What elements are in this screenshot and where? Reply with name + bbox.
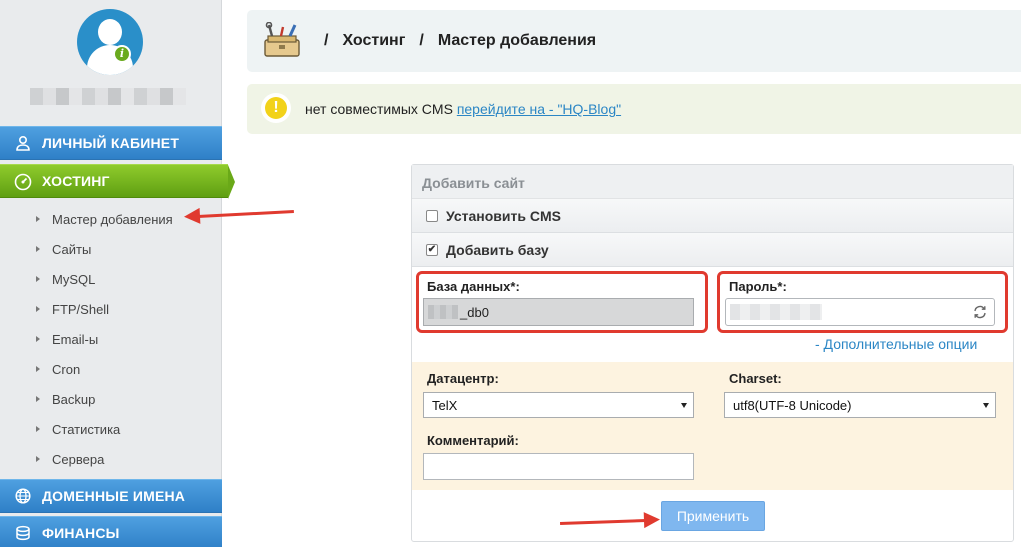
caret-down-icon (983, 403, 989, 408)
more-options-link[interactable]: - Дополнительные опции (815, 336, 977, 352)
sidebar-item-sites[interactable]: Сайты (36, 240, 91, 258)
comment-label: Комментарий: (427, 433, 519, 448)
add-db-checkbox[interactable]: ✔ (426, 243, 438, 256)
nav-domains[interactable]: ДОМЕННЫЕ ИМЕНА (0, 479, 222, 513)
sidebar-item-backup[interactable]: Backup (36, 390, 95, 408)
sidebar-item-cron[interactable]: Cron (36, 360, 80, 378)
nav-label: ДОМЕННЫЕ ИМЕНА (42, 488, 186, 504)
sidebar-item-ftp[interactable]: FTP/Shell (36, 300, 109, 318)
sidebar-item-stats[interactable]: Статистика (36, 420, 120, 438)
datacenter-label: Датацентр: (427, 371, 499, 386)
sidebar-item-email[interactable]: Email-ы (36, 330, 98, 348)
charset-select[interactable]: utf8(UTF-8 Unicode) (724, 392, 996, 418)
sidebar-item-servers[interactable]: Сервера (36, 450, 104, 468)
install-cms-checkbox[interactable] (426, 209, 438, 222)
panel-title: Добавить сайт (412, 165, 1013, 199)
avatar[interactable] (77, 9, 143, 75)
db-name-input[interactable]: _db0 (423, 298, 694, 326)
nav-label: ФИНАНСЫ (42, 525, 120, 541)
sidebar: i ЛИЧНЫЙ КАБИНЕТ ХОСТИНГ Мастер добавлен… (0, 0, 235, 547)
nav-label: ЛИЧНЫЙ КАБИНЕТ (42, 135, 180, 151)
nav-hosting[interactable]: ХОСТИНГ (0, 164, 235, 199)
toolbox-icon (262, 21, 302, 60)
hq-blog-link[interactable]: перейдите на - "HQ-Blog" (457, 101, 621, 117)
page-header: / Хостинг / Мастер добавления (247, 10, 1021, 72)
breadcrumb: / Хостинг / Мастер добавления (324, 32, 597, 50)
password-label: Пароль*: (729, 279, 787, 294)
nav-personal-cabinet[interactable]: ЛИЧНЫЙ КАБИНЕТ (0, 126, 222, 160)
charset-label: Charset: (729, 371, 782, 386)
nav-finance[interactable]: ФИНАНСЫ (0, 516, 222, 547)
warning-icon: ! (261, 93, 291, 123)
add-site-panel: Добавить сайт Установить CMS ✔ Добавить … (411, 164, 1014, 542)
sidebar-item-wizard[interactable]: Мастер добавления (36, 210, 173, 228)
password-input[interactable] (725, 298, 995, 326)
install-cms-row[interactable]: Установить CMS (412, 199, 1013, 233)
caret-down-icon (681, 403, 687, 408)
sidebar-item-mysql[interactable]: MySQL (36, 270, 95, 288)
comment-input[interactable] (423, 453, 694, 480)
db-label: База данных*: (427, 279, 520, 294)
notice-text: нет совместимых CMS (305, 101, 457, 117)
gauge-icon (14, 173, 32, 191)
breadcrumb-wizard: Мастер добавления (437, 32, 597, 49)
globe-icon (14, 488, 32, 506)
username-redacted (30, 88, 186, 105)
datacenter-select[interactable]: TelX (423, 392, 694, 418)
breadcrumb-hosting[interactable]: Хостинг (342, 32, 405, 50)
user-icon (14, 135, 32, 153)
nav-label: ХОСТИНГ (42, 173, 110, 189)
refresh-icon[interactable] (972, 304, 988, 323)
apply-button[interactable]: Применить (661, 501, 765, 531)
notice-bar: ! нет совместимых CMS перейдите на - "HQ… (247, 84, 1021, 134)
coins-icon (14, 525, 32, 543)
info-icon: i (113, 45, 131, 63)
add-db-row[interactable]: ✔ Добавить базу (412, 233, 1013, 267)
